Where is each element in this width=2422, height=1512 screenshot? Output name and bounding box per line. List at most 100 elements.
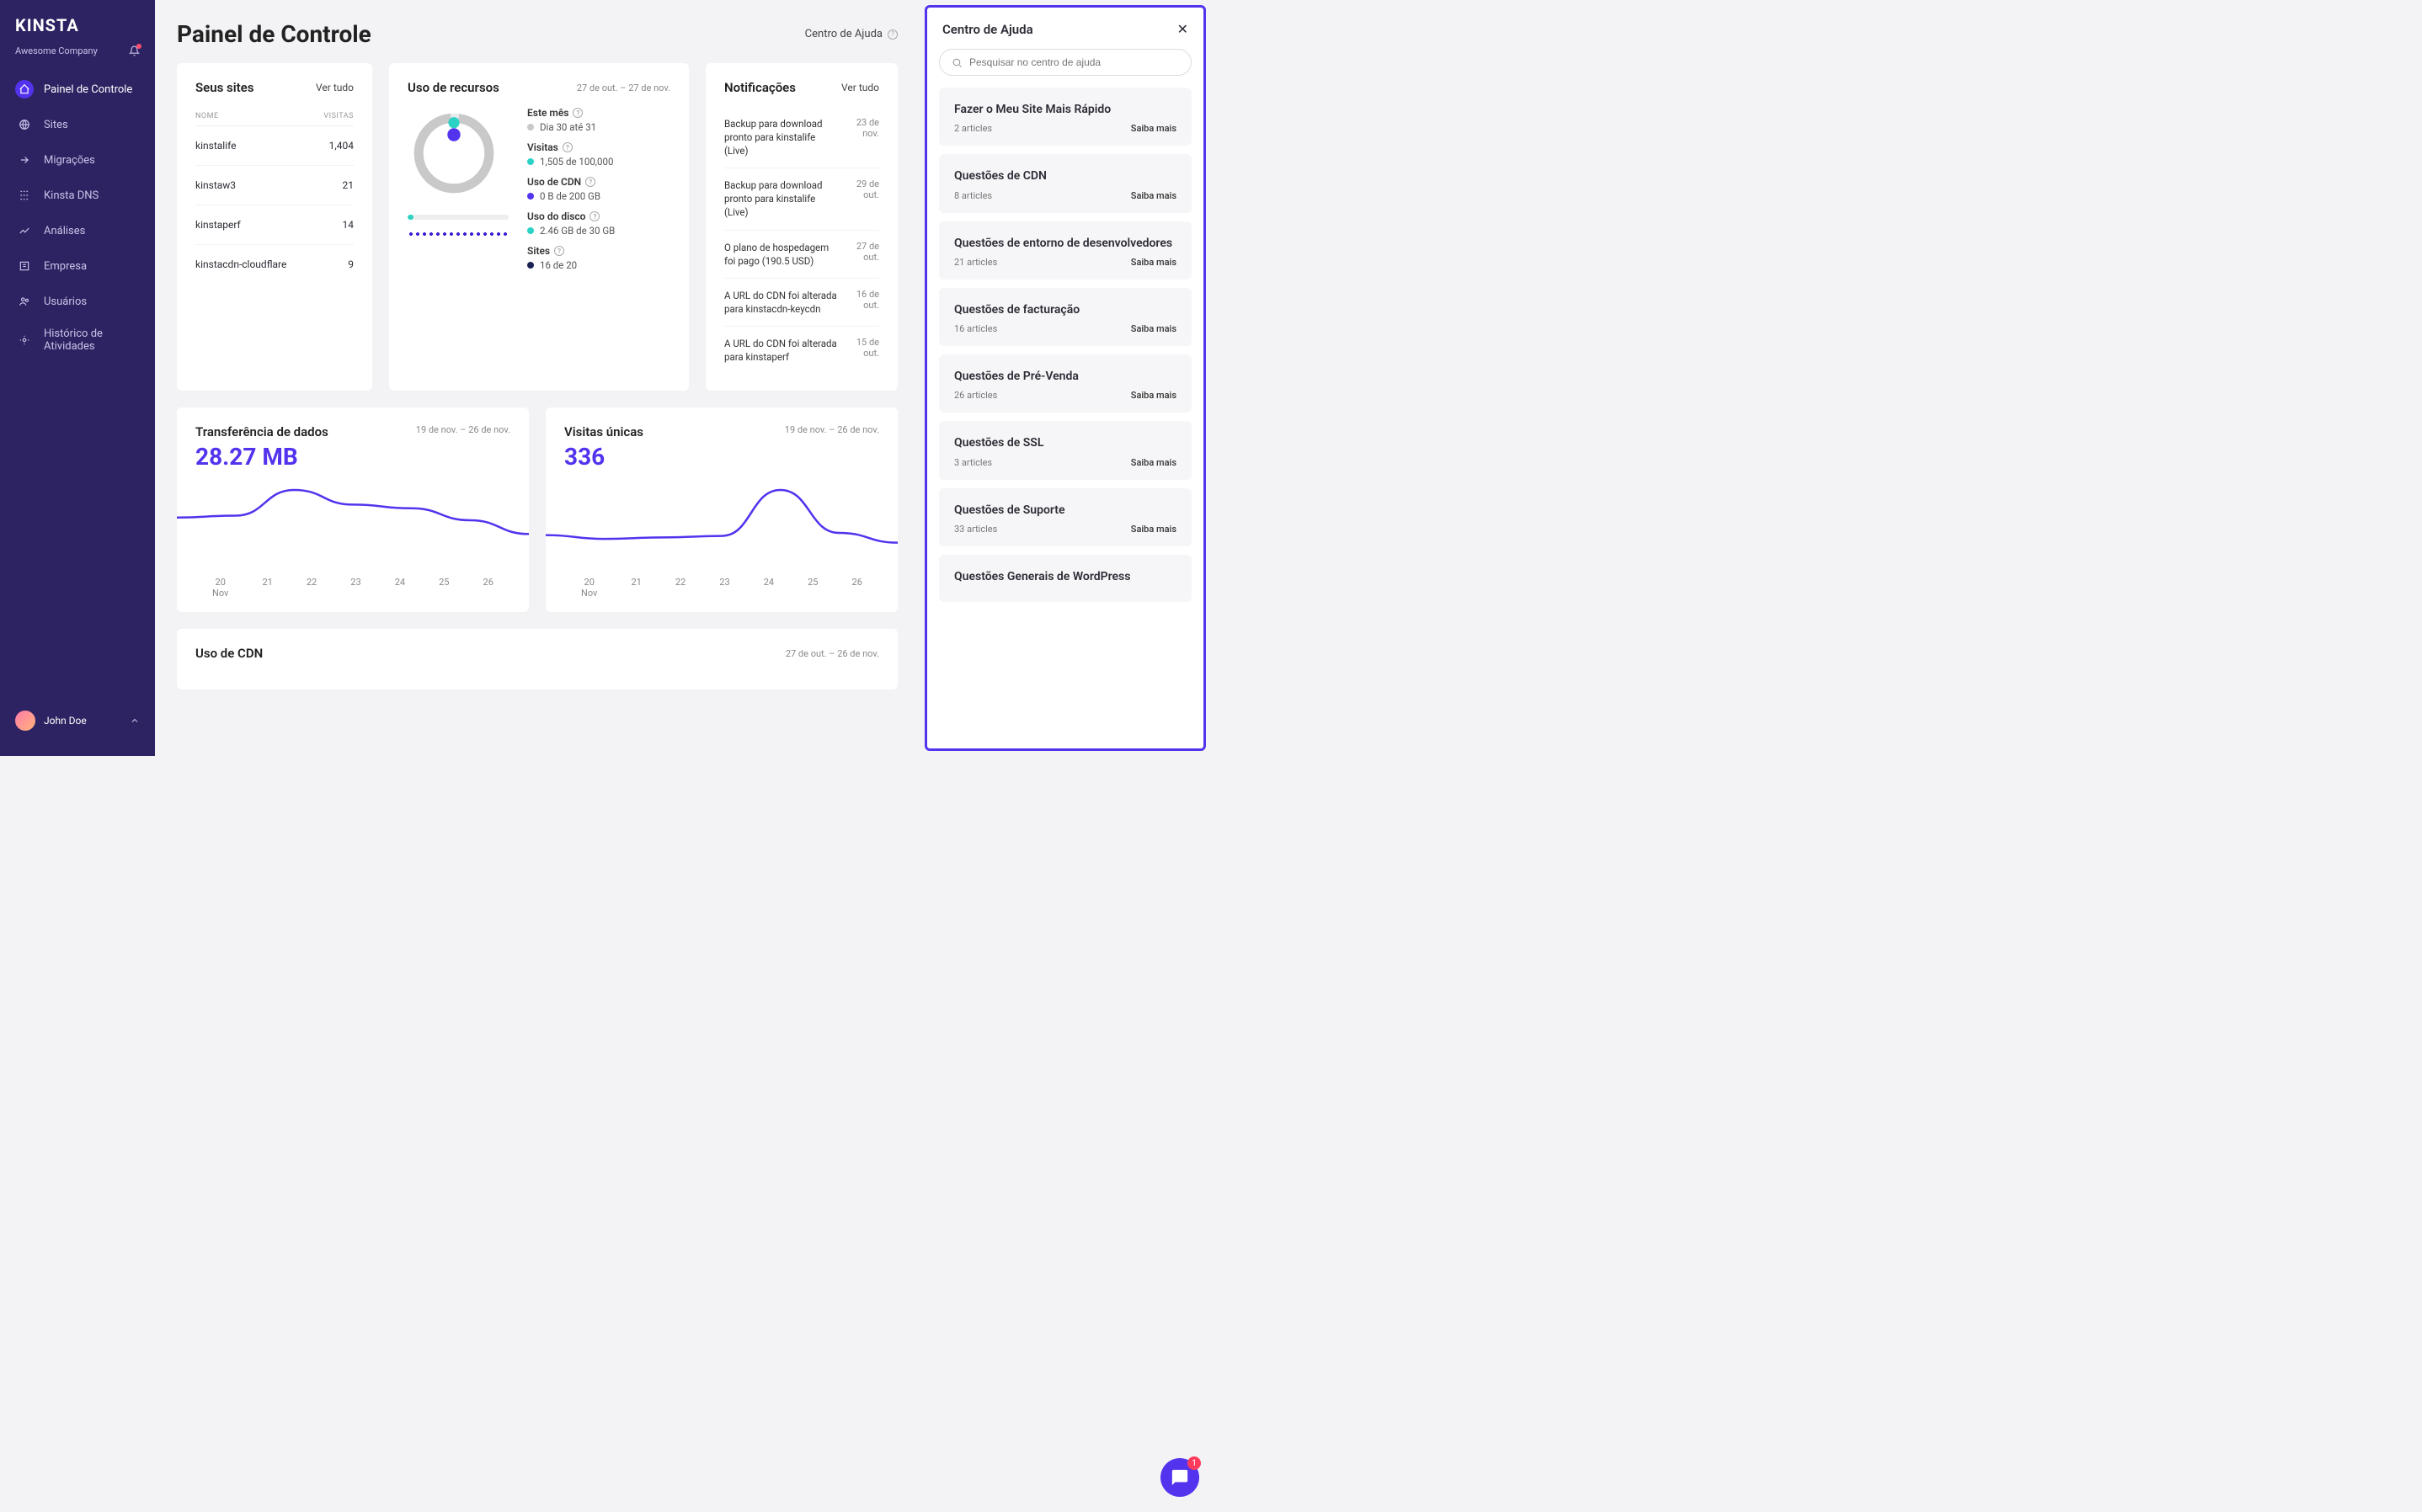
help-link-text: Centro de Ajuda <box>805 28 883 40</box>
x-tick: 23 <box>719 577 729 599</box>
sidebar-item-activity[interactable]: Histórico de Atividades <box>0 319 155 361</box>
sites-dotted <box>408 232 509 237</box>
help-article-card[interactable]: Questões de Suporte33 articlesSaiba mais <box>939 488 1192 546</box>
site-row[interactable]: kinstalife1,404 <box>195 126 354 166</box>
notif-title: Notificações <box>724 80 796 95</box>
bell-icon[interactable] <box>129 45 140 56</box>
help-article-card[interactable]: Questões de entorno de desenvolvedores21… <box>939 221 1192 280</box>
notification-item[interactable]: O plano de hospedagem foi pago (190.5 US… <box>724 231 879 279</box>
sidebar-item-home[interactable]: Painel de Controle <box>0 72 155 107</box>
x-tick: 25 <box>439 577 449 599</box>
notification-item[interactable]: A URL do CDN foi alterada para kinstacdn… <box>724 279 879 327</box>
help-item-title: Questões de SSL <box>954 434 1176 451</box>
help-article-card[interactable]: Fazer o Meu Site Mais Rápido 2 articles Sa… <box>939 88 1192 146</box>
disk-progress <box>408 215 509 220</box>
chat-icon <box>1171 1468 1189 1487</box>
x-tick: 24 <box>395 577 405 599</box>
cdn-label: Uso de CDN <box>527 176 581 188</box>
month-val: Dia 30 até 31 <box>540 121 596 133</box>
site-row[interactable]: kinstaw321 <box>195 166 354 205</box>
x-tick: 21 <box>262 577 272 599</box>
sidebar-item-migrations[interactable]: Migrações <box>0 142 155 178</box>
help-learn-more[interactable]: Saiba mais <box>1131 323 1176 334</box>
visits-chart <box>546 477 898 570</box>
help-article-card[interactable]: Questões Generais de WordPress <box>939 555 1192 602</box>
help-item-count: 26 articles <box>954 390 997 401</box>
help-center-link[interactable]: Centro de Ajuda ? <box>805 28 898 40</box>
help-item-title: Fazer o Meu Site Mais Rápido <box>954 101 1176 118</box>
sites-icon <box>15 115 34 134</box>
info-icon[interactable]: ? <box>589 211 600 221</box>
sidebar: KINSTA Awesome Company Painel de Control… <box>0 0 155 756</box>
x-tick: 26 <box>483 577 493 599</box>
site-name: kinstacdn-cloudflare <box>195 258 286 270</box>
notification-item[interactable]: Backup para download pronto para kinstal… <box>724 107 879 168</box>
help-search[interactable] <box>939 49 1192 76</box>
info-icon[interactable]: ? <box>563 142 573 152</box>
sidebar-item-sites[interactable]: Sites <box>0 107 155 142</box>
help-article-card[interactable]: Questões de Pré-Venda 26 articles Saiba ma… <box>939 354 1192 413</box>
user-name: John Doe <box>44 715 87 727</box>
info-icon[interactable]: ? <box>554 246 564 256</box>
help-learn-more[interactable]: Saiba mais <box>1131 390 1176 401</box>
col-visits: VISITAS <box>323 112 354 120</box>
site-row[interactable]: kinstaperf 14 <box>195 205 354 245</box>
x-tick: 20Nov <box>581 577 597 599</box>
activity-icon <box>15 331 34 349</box>
nav-label: Análises <box>44 225 85 237</box>
resources-title: Uso de recursos <box>408 80 499 95</box>
notification-item[interactable]: Backup para download pronto para kinstal… <box>724 168 879 230</box>
help-item-count: 3 articles <box>954 457 992 468</box>
sites-view-all[interactable]: Ver tudo <box>316 82 354 93</box>
site-visits: 1,404 <box>329 140 354 152</box>
info-icon[interactable]: ? <box>573 108 583 118</box>
transfer-date: 19 de nov. – 26 de nov. <box>416 424 510 439</box>
notif-date: 27 de out. <box>844 241 879 268</box>
help-learn-more[interactable]: Saiba mais <box>1131 524 1176 535</box>
disk-val: 2.46 GB de 30 GB <box>540 225 615 237</box>
help-learn-more[interactable]: Saiba mais <box>1131 457 1176 468</box>
help-article-card[interactable]: Questões de facturação16 articlesSaiba m… <box>939 288 1192 346</box>
info-icon[interactable]: ? <box>585 177 595 187</box>
help-learn-more[interactable]: Saiba mais <box>1131 123 1176 134</box>
notifications-card: Notificações Ver tudo Backup para downlo… <box>706 63 898 391</box>
user-row[interactable]: John Doe <box>0 700 155 741</box>
site-name: kinstaperf <box>195 219 241 231</box>
sites-title: Seus sites <box>195 80 253 95</box>
notification-item[interactable]: A URL do CDN foi alterada para kinstaper… <box>724 327 879 374</box>
help-learn-more[interactable]: Saiba mais <box>1131 257 1176 268</box>
notif-text: A URL do CDN foi alterada para kinstacdn… <box>724 289 837 316</box>
visits-title: Visitas únicas <box>564 424 643 439</box>
sidebar-item-analytics[interactable]: Análises <box>0 213 155 248</box>
visits-value: 336 <box>546 443 898 477</box>
help-search-input[interactable] <box>969 56 1179 68</box>
site-visits: 14 <box>343 219 355 231</box>
notif-date: 23 de nov. <box>844 117 879 157</box>
close-icon[interactable]: ✕ <box>1177 21 1188 37</box>
site-row[interactable]: kinstacdn-cloudflare9 <box>195 245 354 284</box>
notif-view-all[interactable]: Ver tudo <box>841 82 879 93</box>
notif-date: 29 de out. <box>844 178 879 219</box>
notif-text: A URL do CDN foi alterada para kinstaper… <box>724 337 837 364</box>
help-center-panel: Centro de Ajuda ✕ Fazer o Meu Site Mais … <box>925 5 1206 751</box>
page-title: Painel de Controle <box>177 20 371 48</box>
help-item-title: Questões de Pré-Venda <box>954 368 1176 385</box>
company-icon <box>15 257 34 275</box>
help-article-card[interactable]: Questões de SSL 3 articles Saiba mais <box>939 421 1192 479</box>
visits-label: Visitas <box>527 141 558 153</box>
chat-button[interactable]: 1 <box>1160 1458 1199 1497</box>
nav-label: Usuários <box>44 295 87 308</box>
sidebar-item-dns[interactable]: Kinsta DNS <box>0 178 155 213</box>
sites-val: 16 de 20 <box>540 259 577 271</box>
nav-label: Painel de Controle <box>44 83 132 96</box>
nav-label: Sites <box>44 119 68 131</box>
help-article-card[interactable]: Questões de CDN8 articlesSaiba mais <box>939 154 1192 212</box>
help-item-count: 2 articles <box>954 123 992 134</box>
sidebar-item-company[interactable]: Empresa <box>0 248 155 284</box>
help-learn-more[interactable]: Saiba mais <box>1131 190 1176 201</box>
x-tick: 21 <box>631 577 641 599</box>
x-tick: 22 <box>675 577 686 599</box>
cdn-title: Uso de CDN <box>195 646 263 661</box>
sidebar-item-users[interactable]: Usuários <box>0 284 155 319</box>
company-row[interactable]: Awesome Company <box>0 45 155 65</box>
